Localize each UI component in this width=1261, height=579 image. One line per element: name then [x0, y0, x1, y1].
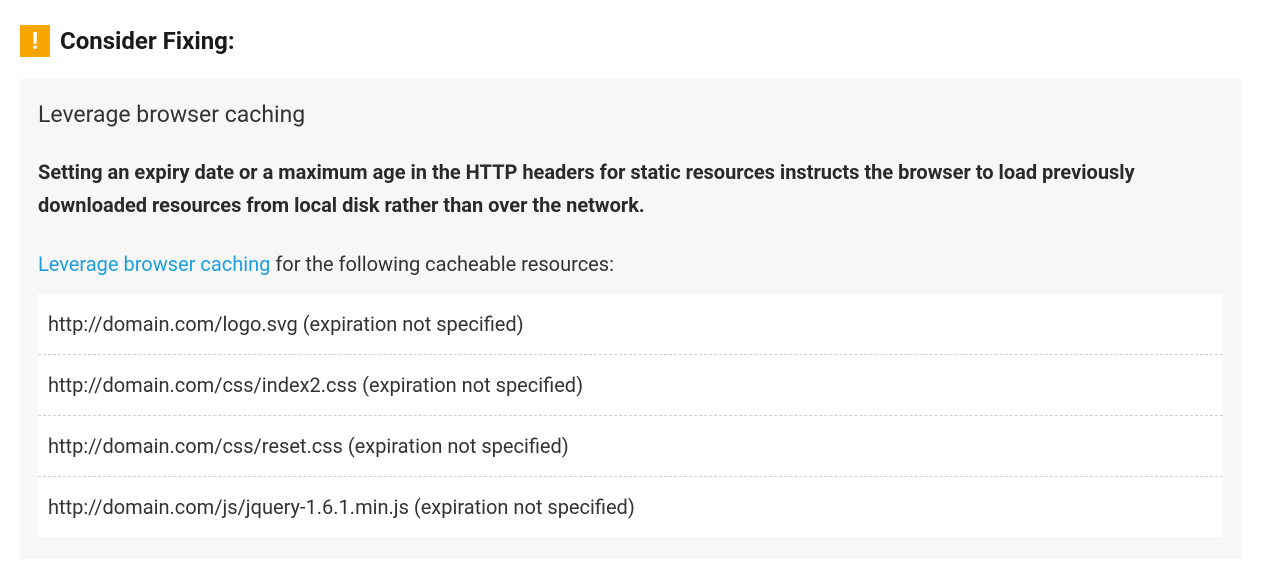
list-item: http://domain.com/css/reset.css (expirat… [38, 416, 1223, 477]
leverage-caching-link[interactable]: Leverage browser caching [38, 252, 270, 276]
list-item: http://domain.com/css/index2.css (expira… [38, 355, 1223, 416]
rule-intro: Leverage browser caching for the followi… [38, 252, 1223, 276]
warning-icon: ! [20, 25, 50, 57]
list-item: http://domain.com/js/jquery-1.6.1.min.js… [38, 477, 1223, 537]
list-item: http://domain.com/logo.svg (expiration n… [38, 294, 1223, 355]
rule-description: Setting an expiry date or a maximum age … [38, 156, 1223, 222]
resource-list: http://domain.com/logo.svg (expiration n… [38, 294, 1223, 537]
rule-panel: Leverage browser caching Setting an expi… [20, 79, 1241, 559]
section-title: Consider Fixing: [60, 27, 235, 55]
rule-title: Leverage browser caching [38, 101, 1223, 128]
rule-intro-tail: for the following cacheable resources: [270, 252, 614, 276]
section-header: ! Consider Fixing: [20, 25, 1241, 57]
